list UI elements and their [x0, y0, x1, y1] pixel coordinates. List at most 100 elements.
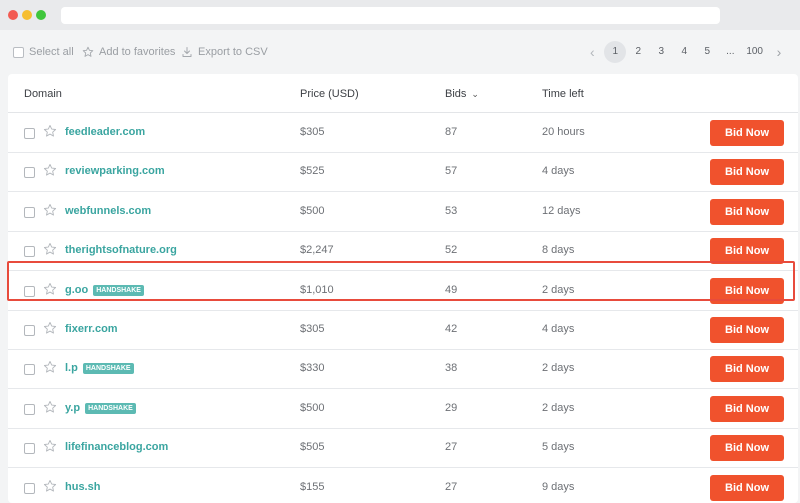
bid-now-button[interactable]: Bid Now	[710, 356, 784, 383]
favorite-star-icon[interactable]	[43, 163, 57, 179]
handshake-badge: HANDSHAKE	[93, 284, 144, 296]
bids-cell: 42	[445, 323, 458, 335]
bids-cell: 27	[445, 480, 458, 493]
table-row: fixerr.com $305 42 4 days Bid Now	[8, 311, 798, 350]
address-bar[interactable]	[61, 7, 720, 24]
row-checkbox[interactable]	[24, 482, 35, 494]
checkbox-icon	[12, 46, 24, 58]
select-all-button[interactable]: Select all	[12, 46, 74, 58]
table-toolbar: Select all Add to favorites Export to CS…	[0, 30, 800, 74]
bid-now-button[interactable]: Bid Now	[710, 435, 784, 462]
time-left-cell: 20 hours	[542, 126, 585, 138]
row-checkbox[interactable]	[24, 364, 35, 376]
favorite-star-icon[interactable]	[43, 321, 57, 337]
column-header-bids[interactable]: Bids ⌄	[445, 88, 479, 100]
favorite-star-icon[interactable]	[43, 479, 57, 495]
time-left-cell: 2 days	[542, 362, 575, 375]
domain-link[interactable]: feedleader.com	[65, 126, 145, 138]
price-cell: $305	[300, 126, 325, 138]
column-header-domain[interactable]: Domain	[24, 88, 62, 100]
bid-now-button[interactable]: Bid Now	[710, 120, 784, 146]
bid-now-button[interactable]: Bid Now	[710, 238, 784, 265]
price-cell: $500	[300, 204, 325, 217]
row-checkbox[interactable]	[24, 128, 35, 139]
row-checkbox[interactable]	[24, 325, 35, 336]
domain-link[interactable]: fixerr.com	[65, 323, 118, 335]
price-cell: $305	[300, 323, 325, 335]
table-row: y.p HANDSHAKE $500 29 2 days Bid Now	[8, 390, 798, 429]
table-row: hus.sh $155 27 9 days Bid Now	[8, 469, 798, 503]
favorite-star-icon[interactable]	[43, 282, 57, 298]
bids-cell: 27	[445, 441, 458, 454]
download-icon	[181, 46, 193, 58]
favorite-star-icon[interactable]	[43, 203, 57, 219]
close-window-button[interactable]	[8, 10, 18, 20]
page-content: Select all Add to favorites Export to CS…	[0, 30, 800, 503]
favorite-star-icon[interactable]	[43, 439, 57, 455]
page-5-button[interactable]: 5	[696, 41, 718, 63]
domain-link[interactable]: g.oo HANDSHAKE	[65, 284, 144, 296]
domain-link[interactable]: y.p HANDSHAKE	[65, 402, 136, 414]
prev-page-button[interactable]: ‹	[581, 41, 603, 63]
column-header-price[interactable]: Price (USD)	[300, 88, 359, 100]
favorite-star-icon[interactable]	[43, 242, 57, 258]
add-to-favorites-label: Add to favorites	[99, 46, 176, 58]
favorite-star-icon[interactable]	[43, 124, 57, 140]
bid-now-button[interactable]: Bid Now	[710, 277, 784, 304]
row-checkbox[interactable]	[24, 285, 35, 297]
page-3-button[interactable]: 3	[650, 41, 672, 63]
add-to-favorites-button[interactable]: Add to favorites	[82, 46, 175, 58]
domain-name: g.oo	[65, 283, 89, 296]
handshake-badge: HANDSHAKE	[85, 402, 136, 414]
domain-link[interactable]: lifefinanceblog.com	[65, 441, 168, 453]
page-100-button[interactable]: 100	[742, 41, 767, 63]
export-csv-label: Export to CSV	[198, 46, 268, 58]
table-row: reviewparking.com $525 57 4 days Bid Now	[8, 153, 798, 193]
price-cell: $1,010	[300, 283, 334, 296]
favorite-star-icon[interactable]	[43, 400, 57, 416]
time-left-cell: 2 days	[542, 283, 575, 296]
domain-name: feedleader.com	[65, 126, 146, 138]
price-cell: $155	[300, 480, 325, 493]
column-header-time-left[interactable]: Time left	[542, 88, 584, 100]
price-cell: $500	[300, 401, 325, 414]
page-1-button[interactable]: 1	[604, 41, 627, 63]
bid-now-button[interactable]: Bid Now	[710, 198, 784, 225]
row-checkbox[interactable]	[24, 206, 35, 218]
domain-link[interactable]: webfunnels.com	[65, 205, 151, 217]
time-left-cell: 8 days	[542, 244, 575, 257]
minimize-window-button[interactable]	[22, 10, 32, 20]
domain-name: y.p	[65, 401, 81, 414]
domain-link[interactable]: l.p HANDSHAKE	[65, 362, 134, 375]
domain-link[interactable]: therightsofnature.org	[65, 244, 177, 256]
domain-name: reviewparking.com	[65, 165, 165, 178]
page-2-button[interactable]: 2	[627, 41, 649, 63]
auctions-table: Domain Price (USD) Bids ⌄ Time left feedl…	[8, 74, 798, 503]
price-cell: $505	[300, 441, 325, 454]
maximize-window-button[interactable]	[36, 10, 46, 20]
page-ellipsis: ...	[726, 46, 735, 57]
table-header: Domain Price (USD) Bids ⌄ Time left	[8, 74, 798, 113]
star-icon	[82, 46, 94, 58]
table-row: therightsofnature.org $2,247 52 8 days Bid N…	[8, 232, 798, 272]
domain-link[interactable]: reviewparking.com	[65, 165, 165, 177]
table-row: g.oo HANDSHAKE $1,010 49 2 days Bid Now	[8, 272, 798, 311]
domain-link[interactable]: hus.sh	[65, 481, 100, 493]
favorite-star-icon[interactable]	[43, 360, 57, 376]
bid-now-button[interactable]: Bid Now	[710, 159, 784, 186]
bid-now-button[interactable]: Bid Now	[710, 474, 784, 501]
time-left-cell: 9 days	[542, 480, 575, 493]
bid-now-button[interactable]: Bid Now	[710, 317, 784, 343]
bids-cell: 87	[445, 126, 458, 138]
bids-cell: 57	[445, 165, 458, 178]
next-page-button[interactable]: ›	[768, 41, 790, 63]
domain-name: hus.sh	[65, 480, 101, 493]
export-csv-button[interactable]: Export to CSV	[181, 46, 268, 58]
time-left-cell: 12 days	[542, 204, 581, 217]
bid-now-button[interactable]: Bid Now	[710, 395, 784, 422]
row-checkbox[interactable]	[24, 167, 35, 179]
row-checkbox[interactable]	[24, 443, 35, 455]
row-checkbox[interactable]	[24, 403, 35, 415]
page-4-button[interactable]: 4	[673, 41, 695, 63]
row-checkbox[interactable]	[24, 246, 35, 258]
